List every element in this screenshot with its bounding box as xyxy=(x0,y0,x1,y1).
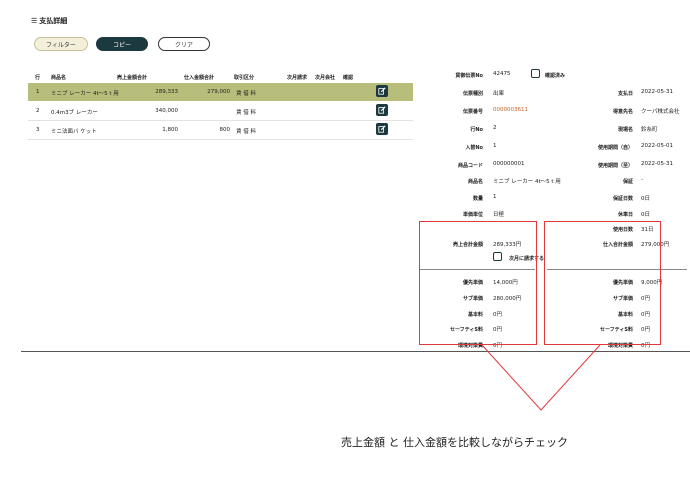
annotation-connector xyxy=(481,344,601,411)
annotation-caption: 売上金額 と 仕入金額を比較しながらチェック xyxy=(341,436,568,449)
connector-line xyxy=(481,344,601,411)
